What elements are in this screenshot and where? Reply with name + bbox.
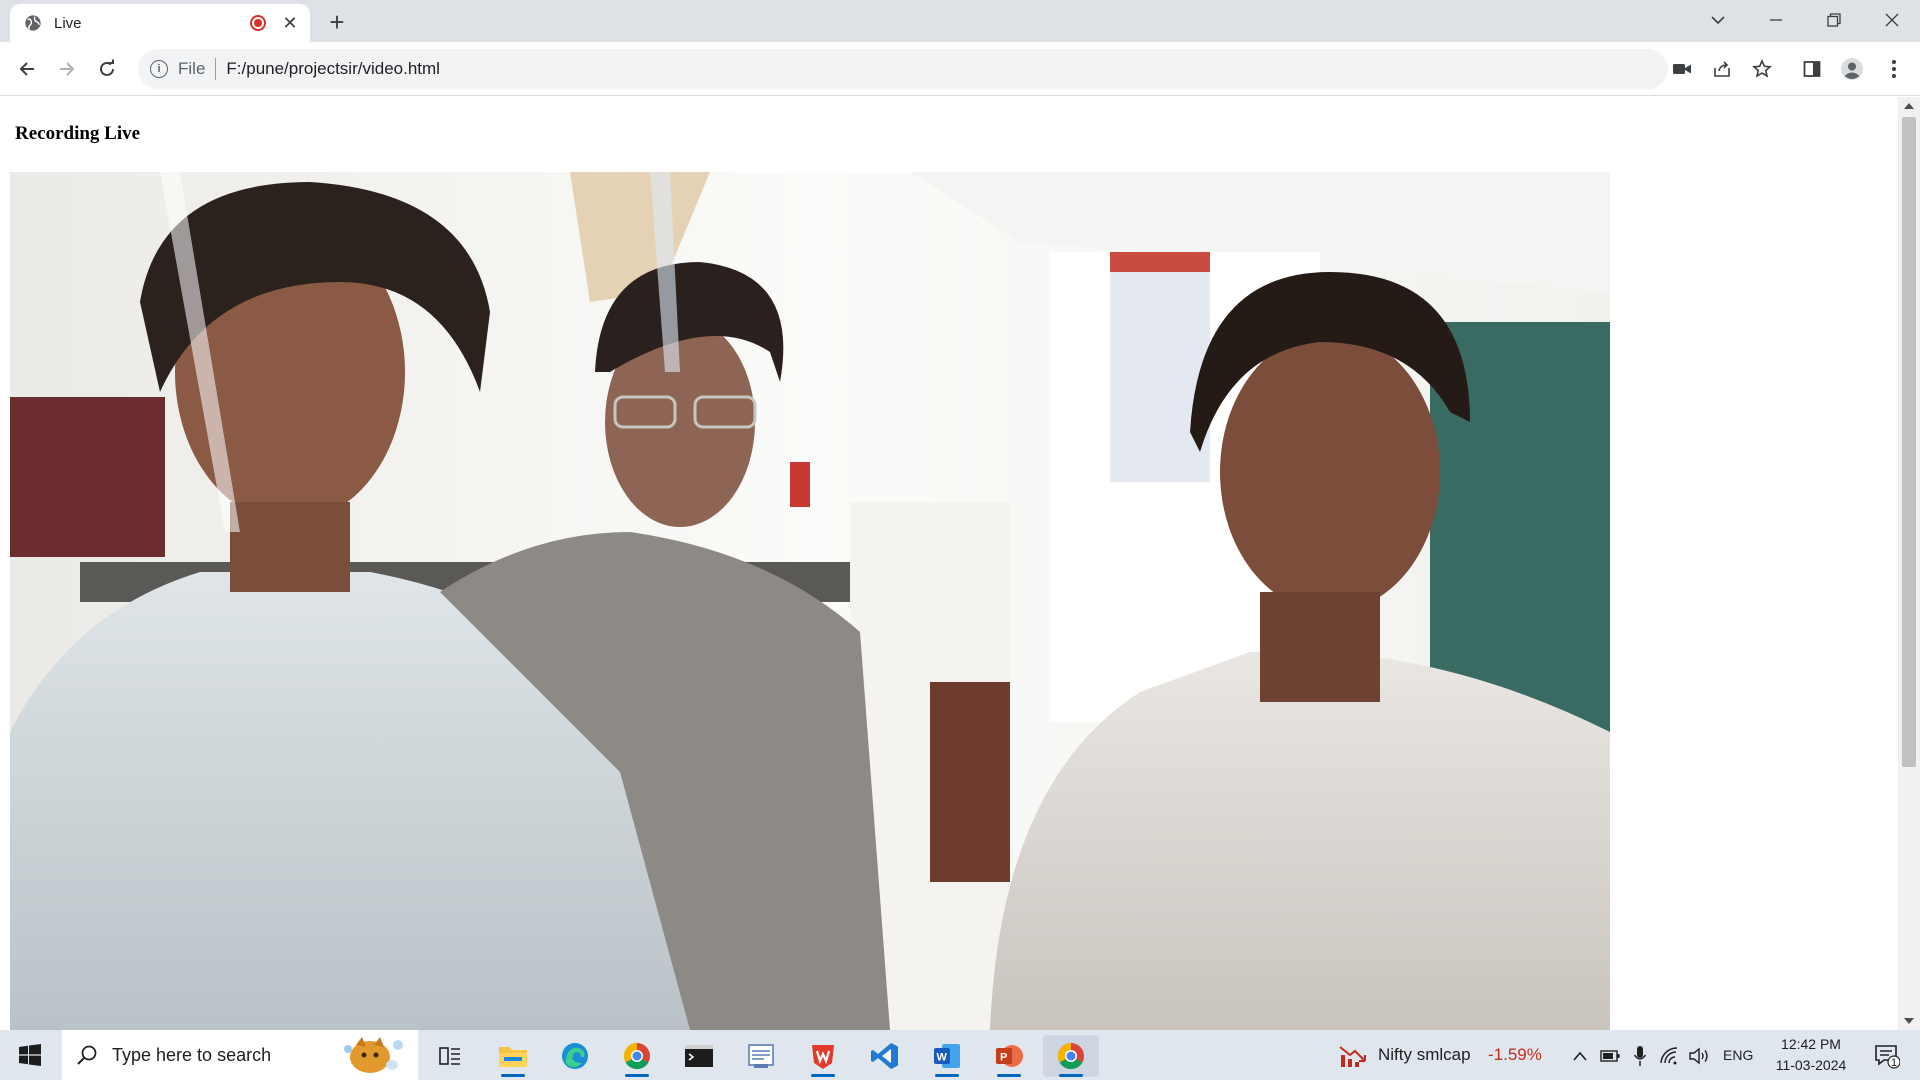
star-icon <box>1752 59 1772 78</box>
powerpoint-icon: P <box>996 1045 1023 1067</box>
video-camera-icon <box>1673 64 1691 74</box>
webcam-frame <box>10 172 1610 1030</box>
tab-title: Live <box>54 14 82 32</box>
scroll-thumb[interactable] <box>1902 117 1916 767</box>
browser-toolbar: i File F:/pune/projectsir/video.html <box>0 42 1920 96</box>
arrow-right-icon <box>60 62 75 76</box>
widget-label[interactable]: Nifty smlcap <box>1378 1045 1471 1065</box>
scroll-down-arrow-icon[interactable] <box>1904 1018 1914 1024</box>
vscode-icon <box>871 1043 898 1069</box>
site-info-icon[interactable]: i <box>150 60 168 78</box>
chrome-icon <box>1057 1042 1084 1070</box>
page-scrollbar[interactable] <box>1898 97 1920 1030</box>
camera-in-use-button[interactable] <box>1668 55 1696 83</box>
notification-center-button[interactable]: 1 <box>1862 1035 1912 1077</box>
new-tab-button[interactable]: + <box>322 8 352 38</box>
tab-close-button[interactable]: ✕ <box>280 13 300 34</box>
search-highlight-icon <box>344 1037 403 1073</box>
share-icon <box>1714 61 1730 77</box>
scheme-label: File <box>178 59 206 78</box>
taskbar-edge[interactable] <box>547 1035 603 1077</box>
search-icon <box>77 1045 97 1065</box>
input-language[interactable]: ENG <box>1723 1047 1753 1063</box>
live-video[interactable] <box>10 172 1610 1030</box>
edge-icon <box>562 1043 588 1069</box>
share-button[interactable] <box>1708 55 1736 83</box>
page-title: Recording Live <box>15 123 141 144</box>
reload-icon <box>100 59 114 76</box>
taskbar-snipping-tool[interactable] <box>733 1035 789 1077</box>
close-window-button[interactable] <box>1864 0 1920 40</box>
restore-button[interactable] <box>1806 0 1862 40</box>
arrow-left-icon <box>19 62 34 76</box>
snipping-tool-icon <box>748 1044 774 1068</box>
restore-icon <box>1827 13 1841 27</box>
show-hidden-icons-button[interactable] <box>1565 1035 1595 1077</box>
page-content: Recording Live <box>0 97 1898 1030</box>
search-placeholder: Type here to search <box>112 1044 272 1065</box>
stock-trend-down-icon <box>1339 1046 1366 1067</box>
close-icon <box>1885 13 1899 27</box>
word-icon: W <box>934 1044 960 1068</box>
minimize-button[interactable] <box>1748 0 1804 40</box>
chevron-down-icon <box>1711 16 1725 25</box>
taskbar-word[interactable]: W <box>919 1035 975 1077</box>
menu-button[interactable] <box>1880 55 1908 83</box>
chevron-up-icon <box>1573 1051 1587 1061</box>
minimize-icon <box>1770 19 1782 21</box>
globe-icon <box>25 15 41 31</box>
forward-button[interactable] <box>51 53 83 85</box>
task-view-button[interactable] <box>422 1035 478 1077</box>
battery-button[interactable] <box>1596 1035 1624 1077</box>
address-bar[interactable]: i File F:/pune/projectsir/video.html <box>138 49 1668 89</box>
task-view-icon <box>439 1047 460 1065</box>
side-panel-button[interactable] <box>1798 55 1826 83</box>
notification-count: 1 <box>1891 1057 1898 1069</box>
divider <box>215 58 217 80</box>
taskbar-vscode[interactable] <box>857 1035 913 1077</box>
wps-icon <box>812 1045 834 1069</box>
kebab-menu-icon <box>1892 60 1896 78</box>
recording-indicator-icon <box>250 15 266 31</box>
bookmark-button[interactable] <box>1748 55 1776 83</box>
volume-button[interactable] <box>1686 1035 1714 1077</box>
network-button[interactable] <box>1656 1035 1684 1077</box>
tab-strip: Live ✕ + <box>0 0 1920 42</box>
clock-time: 12:42 PM <box>1781 1036 1841 1052</box>
taskbar-chrome-active[interactable] <box>1043 1035 1099 1077</box>
clock-date: 11-03-2024 <box>1775 1057 1847 1073</box>
taskbar: Type here to search W P Nifty smlcap -1.… <box>0 1030 1920 1080</box>
windows-logo-icon <box>19 1044 41 1066</box>
svg-text:P: P <box>1000 1052 1007 1064</box>
battery-icon <box>1600 1050 1620 1062</box>
chrome-icon <box>623 1042 650 1070</box>
tab-live[interactable]: Live ✕ <box>10 4 310 42</box>
back-button[interactable] <box>11 53 43 85</box>
microphone-icon <box>1633 1046 1647 1066</box>
profile-button[interactable] <box>1838 55 1866 83</box>
terminal-icon <box>685 1045 713 1067</box>
taskbar-search-box[interactable]: Type here to search <box>62 1030 418 1080</box>
folder-icon <box>499 1047 527 1067</box>
svg-text:W: W <box>937 1052 948 1064</box>
scroll-up-arrow-icon[interactable] <box>1904 103 1914 109</box>
speaker-icon <box>1689 1047 1708 1065</box>
side-panel-icon <box>1803 61 1821 77</box>
clock[interactable]: 12:42 PM 11-03-2024 <box>1768 1034 1854 1076</box>
microphone-button[interactable] <box>1626 1035 1654 1077</box>
taskbar-terminal[interactable] <box>671 1035 727 1077</box>
reload-button[interactable] <box>91 53 123 85</box>
taskbar-powerpoint[interactable]: P <box>981 1035 1037 1077</box>
wifi-icon <box>1660 1047 1678 1065</box>
tab-search-button[interactable] <box>1690 0 1746 40</box>
taskbar-wps-office[interactable] <box>795 1035 851 1077</box>
taskbar-chrome[interactable] <box>609 1035 665 1077</box>
start-button[interactable] <box>0 1030 60 1080</box>
url-text[interactable]: F:/pune/projectsir/video.html <box>226 59 440 79</box>
widget-change: -1.59% <box>1488 1045 1542 1064</box>
avatar-icon <box>1841 58 1863 80</box>
taskbar-file-explorer[interactable] <box>485 1035 541 1077</box>
